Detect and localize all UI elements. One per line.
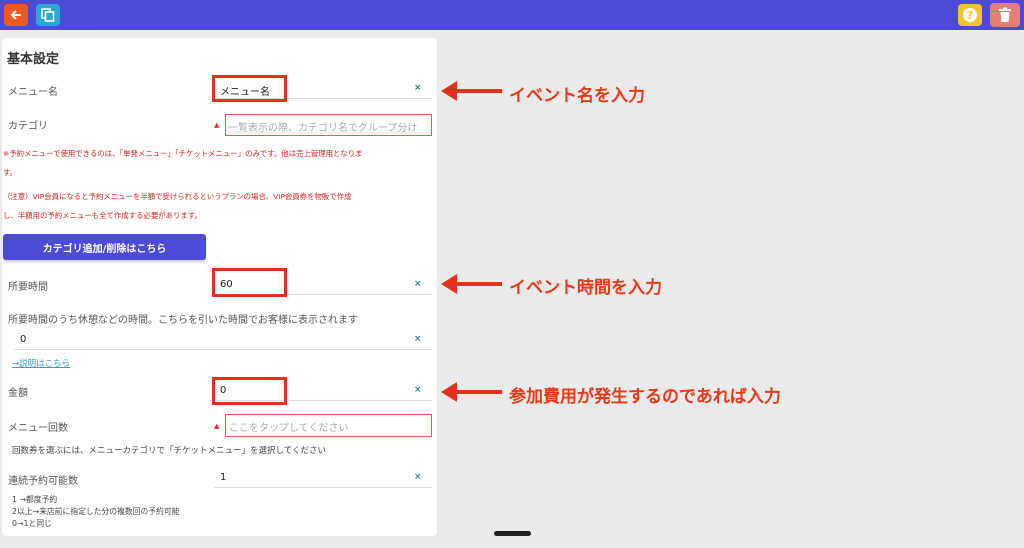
explain-link[interactable]: →説明はこちら	[12, 357, 70, 369]
category-placeholder: 一覧表示の際、カテゴリ名でグループ分け	[228, 123, 418, 134]
duration-label: 所要時間	[8, 282, 48, 293]
annotation-arrow-time	[455, 282, 502, 286]
vip-note-line2: し、半額用の予約メニューも全て作成する必要があります。	[3, 211, 202, 220]
break-time-value: 0	[20, 334, 27, 345]
back-arrow-icon	[10, 10, 21, 20]
annotation-arrow-name	[455, 89, 502, 93]
clear-break-time-icon[interactable]: ×	[414, 334, 422, 344]
price-highlight	[212, 377, 287, 405]
help-icon: ?	[963, 8, 977, 22]
vip-note-line1: （注意）VIP会員になると予約メニューを半額で受けられるというプランの場合、VI…	[3, 192, 352, 201]
copy-button[interactable]	[36, 4, 60, 26]
menu-name-label: メニュー名	[8, 87, 58, 98]
clear-price-icon[interactable]: ×	[414, 385, 422, 395]
consecutive-input[interactable]	[214, 470, 432, 488]
help-button[interactable]: ?	[958, 4, 982, 26]
copy-icon	[41, 8, 55, 22]
reserve-note-line1: ※予約メニューで使用できるのは、「単発メニュー」「チケットメニュー」のみです。他…	[3, 149, 363, 158]
clear-duration-icon[interactable]: ×	[414, 279, 422, 289]
svg-text:?: ?	[967, 9, 973, 22]
trash-icon	[999, 7, 1011, 22]
top-toolbar	[0, 0, 1024, 30]
ticket-hint: 回数券を選ぶには、メニューカテゴリで「チケットメニュー」を選択してください	[12, 446, 326, 456]
reserve-note-line2: す。	[3, 168, 18, 177]
home-indicator	[494, 531, 531, 536]
menu-count-label: メニュー回数	[8, 423, 68, 434]
break-time-input[interactable]	[14, 332, 432, 350]
annotation-event-time: イベント時間を入力	[509, 278, 662, 298]
menu-name-highlight	[212, 75, 287, 102]
menu-count-placeholder: ここをタップしてください	[229, 423, 349, 434]
delete-button[interactable]	[990, 3, 1020, 27]
back-button[interactable]	[4, 4, 28, 26]
clear-menu-name-icon[interactable]: ×	[414, 83, 422, 93]
consecutive-help: 1 →都度予約 2以上→来店前に指定した分の複数回の予約可能 0→1と同じ	[12, 495, 180, 529]
annotation-fee: 参加費用が発生するのであれば入力	[509, 387, 781, 407]
category-edit-button[interactable]: カテゴリ追加/削除はこちら	[3, 234, 206, 260]
price-label: 金額	[8, 388, 28, 399]
duration-highlight	[212, 268, 287, 297]
consecutive-label: 連続予約可能数	[8, 476, 78, 487]
consecutive-value: 1	[220, 472, 227, 483]
category-warning-icon: ▲	[214, 121, 220, 129]
annotation-arrow-fee	[455, 390, 502, 394]
annotation-event-name: イベント名を入力	[509, 86, 645, 106]
menu-count-warning-icon: ▲	[214, 422, 220, 430]
category-label: カテゴリ	[8, 121, 48, 132]
break-time-label: 所要時間のうち休憩などの時間。こちらを引いた時間でお客様に表示されます	[8, 315, 358, 326]
section-title: 基本設定	[7, 52, 60, 67]
clear-consecutive-icon[interactable]: ×	[414, 472, 422, 482]
